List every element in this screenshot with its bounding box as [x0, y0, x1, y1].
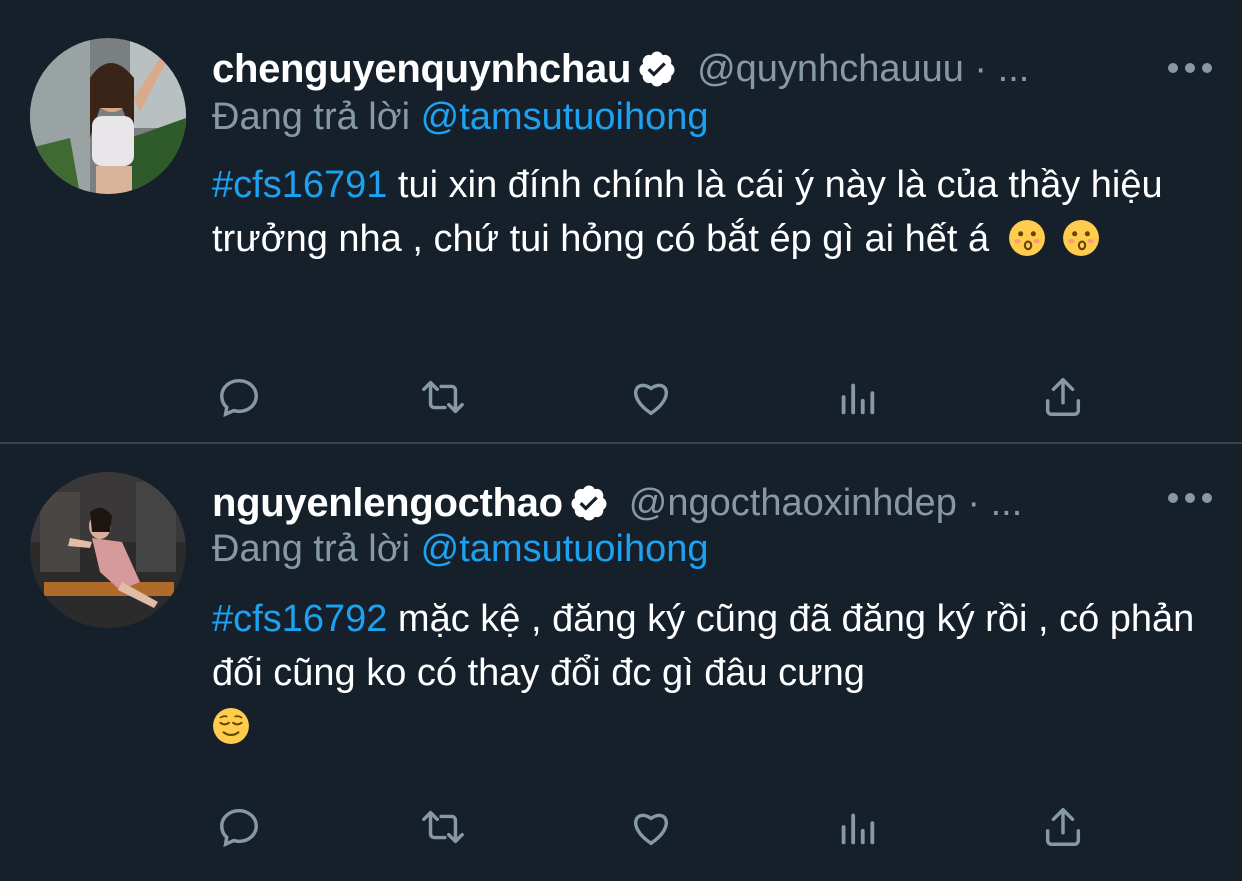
tweet-actions — [212, 372, 1092, 422]
like-icon — [634, 383, 668, 416]
share-icon — [1045, 808, 1081, 846]
avatar[interactable] — [30, 38, 186, 194]
handle[interactable]: @ngocthaoxinhdep · ... — [629, 482, 1023, 525]
analytics-icon — [841, 813, 875, 845]
reply-mention-link[interactable]: @tamsutuoihong — [421, 528, 709, 570]
analytics-button[interactable] — [832, 372, 882, 422]
like-icon — [634, 813, 668, 846]
tweet[interactable]: chenguyenquynhchau @quynhchauuu · ... Đa… — [0, 0, 1242, 444]
display-name[interactable]: nguyenlengocthao — [212, 481, 563, 526]
kissing-face-icon — [1008, 220, 1045, 256]
avatar[interactable] — [30, 472, 186, 628]
display-name[interactable]: chenguyenquynhchau — [212, 47, 631, 92]
hashtag-link[interactable]: #cfs16791 — [212, 164, 387, 206]
analytics-button[interactable] — [832, 802, 882, 852]
tweet-actions — [212, 802, 1092, 852]
tweet[interactable]: nguyenlengocthao @ngocthaoxinhdep · ... … — [0, 446, 1242, 881]
like-button[interactable] — [626, 802, 676, 852]
hashtag-link[interactable]: #cfs16792 — [212, 598, 387, 640]
reply-icon — [220, 378, 258, 418]
tweet-text: #cfs16791 tui xin đính chính là cái ý nà… — [212, 158, 1212, 266]
reply-context: Đang trả lời @tamsutuoihong — [212, 96, 709, 139]
retweet-icon — [422, 380, 464, 414]
retweet-button[interactable] — [418, 372, 468, 422]
verified-badge-icon — [571, 485, 607, 521]
reply-button[interactable] — [214, 802, 264, 852]
reply-mention-link[interactable]: @tamsutuoihong — [421, 96, 709, 138]
reply-prefix: Đang trả lời — [212, 96, 411, 138]
more-options-icon[interactable] — [1168, 58, 1212, 78]
like-button[interactable] — [626, 372, 676, 422]
share-button[interactable] — [1038, 802, 1088, 852]
share-icon — [1045, 378, 1081, 416]
tweet-text: #cfs16792 mặc kệ , đăng ký cũng đã đăng … — [212, 592, 1212, 754]
reply-icon — [220, 808, 258, 848]
analytics-icon — [841, 383, 875, 415]
reply-prefix: Đang trả lời — [212, 528, 411, 570]
verified-badge-icon — [639, 51, 675, 87]
reply-context: Đang trả lời @tamsutuoihong — [212, 528, 709, 571]
relieved-face-icon — [213, 708, 249, 744]
reply-button[interactable] — [214, 372, 264, 422]
more-options-icon[interactable] — [1168, 488, 1212, 508]
kissing-face-icon — [1062, 220, 1099, 256]
share-button[interactable] — [1038, 372, 1088, 422]
retweet-icon — [422, 810, 464, 844]
handle[interactable]: @quynhchauuu · ... — [697, 48, 1029, 91]
retweet-button[interactable] — [418, 802, 468, 852]
